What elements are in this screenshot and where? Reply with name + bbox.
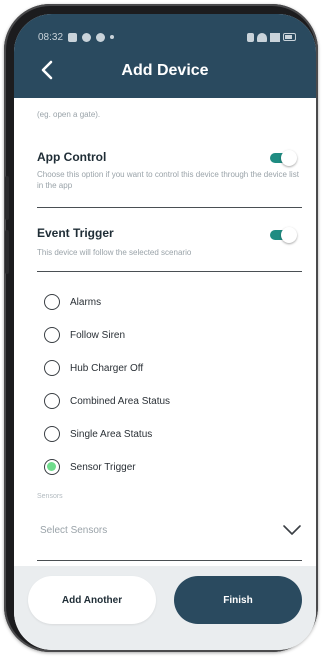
sensors-select-underline: [37, 560, 302, 561]
notification-icon: [68, 32, 78, 42]
app-control-toggle[interactable]: [270, 150, 297, 166]
finish-button[interactable]: Finish: [174, 576, 302, 624]
sensors-select[interactable]: Select Sensors: [37, 516, 302, 546]
bottom-action-bar: Add Another Finish: [14, 566, 316, 650]
signal-icon: [270, 32, 280, 42]
toggle-knob: [281, 227, 297, 243]
radio-label: Alarms: [70, 296, 102, 308]
radio-button[interactable]: [44, 327, 60, 343]
event-trigger-title: Event Trigger: [37, 226, 114, 240]
radio-option-hub-charger-off[interactable]: Hub Charger Off: [44, 358, 143, 378]
screen: 08:32 Add Device (eg. open a gate). App …: [14, 14, 316, 650]
radio-button-selected[interactable]: [44, 459, 60, 475]
app-control-description: Choose this option if you want to contro…: [37, 170, 299, 190]
chevron-down-icon: [283, 525, 301, 535]
toggle-knob: [281, 150, 297, 166]
page-title: Add Device: [121, 62, 209, 79]
sensors-label: Sensors: [37, 493, 63, 500]
event-trigger-toggle[interactable]: [270, 227, 297, 243]
app-status-icon: [96, 32, 106, 42]
radio-option-follow-siren[interactable]: Follow Siren: [44, 325, 125, 345]
add-device-form: (eg. open a gate). App Control Choose th…: [14, 98, 316, 574]
radio-option-alarms[interactable]: Alarms: [44, 292, 101, 312]
settings-status-icon: [82, 32, 92, 42]
radio-label: Combined Area Status: [70, 395, 171, 407]
wifi-icon: [257, 32, 267, 42]
radio-option-single-area-status[interactable]: Single Area Status: [44, 424, 152, 444]
add-another-button[interactable]: Add Another: [28, 576, 156, 624]
radio-button[interactable]: [44, 360, 60, 376]
alarm-status-icon: [247, 32, 254, 42]
battery-icon: [283, 33, 296, 41]
event-trigger-description: This device will follow the selected sce…: [37, 248, 192, 257]
app-bar: 08:32 Add Device: [14, 14, 316, 98]
phone-frame: 08:32 Add Device (eg. open a gate). App …: [4, 4, 318, 652]
radio-button[interactable]: [44, 426, 60, 442]
divider: [37, 207, 302, 208]
side-button-volume-up: [5, 176, 9, 220]
radio-option-combined-area-status[interactable]: Combined Area Status: [44, 391, 170, 411]
status-bar: 08:32: [38, 30, 296, 44]
side-button-volume-down: [5, 230, 9, 274]
radio-button[interactable]: [44, 294, 60, 310]
more-notifications-dot: [110, 35, 115, 39]
radio-label: Single Area Status: [70, 428, 153, 440]
radio-label: Follow Siren: [70, 329, 126, 341]
status-time: 08:32: [38, 31, 64, 43]
divider: [37, 271, 302, 272]
radio-button[interactable]: [44, 393, 60, 409]
app-control-title: App Control: [37, 150, 107, 164]
sensors-placeholder: Select Sensors: [40, 525, 108, 536]
description-hint: (eg. open a gate).: [37, 110, 101, 119]
radio-label: Hub Charger Off: [70, 362, 144, 374]
radio-label: Sensor Trigger: [70, 461, 136, 473]
radio-option-sensor-trigger[interactable]: Sensor Trigger: [44, 457, 136, 477]
